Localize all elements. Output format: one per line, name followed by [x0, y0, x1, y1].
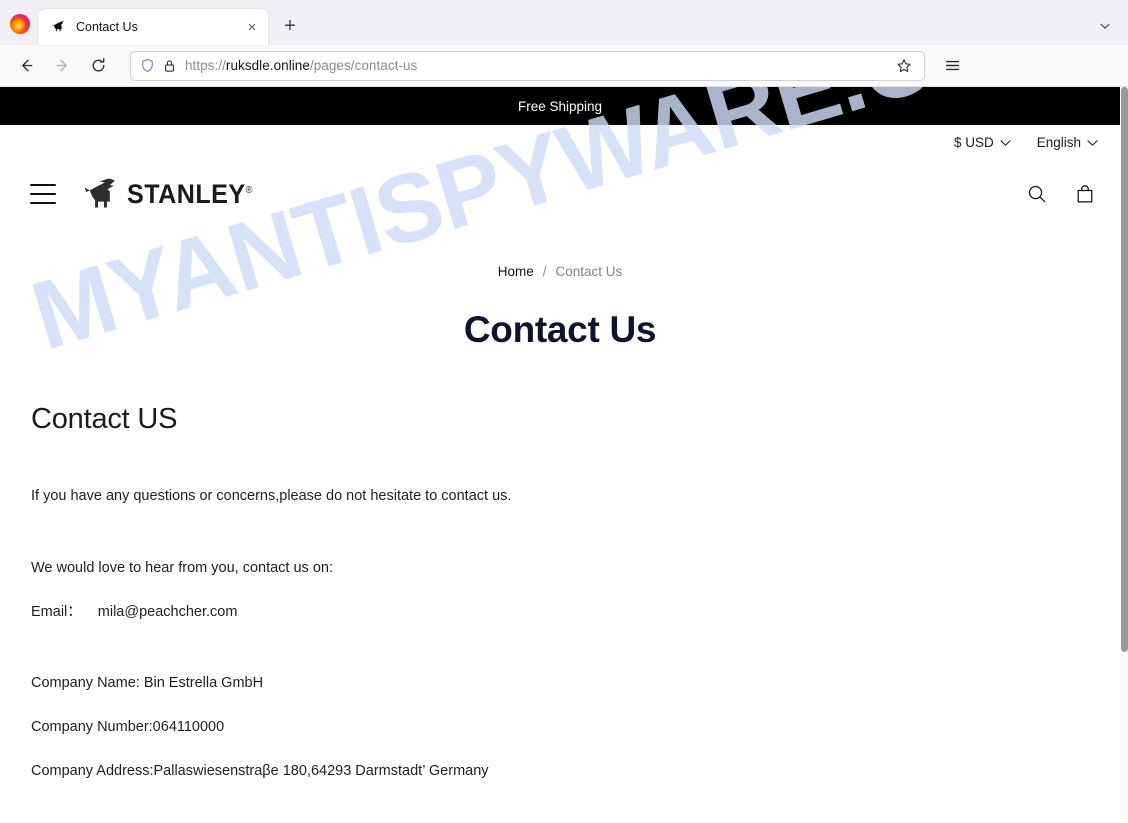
invite-text: We would love to hear from you, contact …	[31, 559, 333, 576]
brand-name: STANLEY	[127, 178, 246, 209]
main-content: Home / Contact Us Contact Us Contact US …	[0, 228, 1120, 783]
page-scrollbar[interactable]	[1120, 87, 1128, 822]
breadcrumb-separator: /	[542, 264, 547, 279]
currency-label: $ USD	[953, 135, 994, 150]
chevron-down-icon	[1000, 135, 1011, 150]
trademark-symbol: ®	[245, 184, 253, 196]
lock-icon[interactable]	[163, 59, 176, 73]
brand-wordmark: STANLEY®	[127, 178, 253, 209]
app-menu-button[interactable]	[937, 51, 967, 81]
header-actions	[1024, 181, 1098, 207]
url-bar[interactable]: https://ruksdle.online/pages/contact-us	[130, 50, 925, 81]
company-address-line: Company Address:Pallaswiesenstraβe 180,6…	[31, 762, 489, 779]
menu-hamburger-icon[interactable]	[30, 184, 56, 204]
site-content: $ USD English STANLEY® Home / Contact Us…	[0, 125, 1120, 783]
browser-tab[interactable]: Contact Us ×	[38, 9, 268, 45]
intro-text: If you have any questions or concerns,pl…	[31, 488, 512, 504]
back-button[interactable]	[10, 51, 42, 81]
reload-button[interactable]	[82, 51, 114, 81]
shield-icon[interactable]	[140, 58, 155, 73]
chevron-down-icon[interactable]	[1094, 15, 1116, 37]
stanley-bull-icon	[84, 178, 116, 207]
brand-logo[interactable]: STANLEY®	[82, 178, 262, 211]
search-icon[interactable]	[1024, 181, 1050, 207]
currency-selector[interactable]: $ USD	[954, 135, 1011, 150]
language-label: English	[1036, 135, 1081, 150]
breadcrumb-home-link[interactable]: Home	[498, 264, 534, 279]
url-text[interactable]: https://ruksdle.online/pages/contact-us	[185, 58, 892, 73]
browser-window: Contact Us × + https://ruksdle.online/pa…	[0, 0, 1128, 823]
cart-bag-icon[interactable]	[1072, 181, 1098, 207]
bookmark-star-icon[interactable]	[892, 54, 916, 78]
page-viewport: Free Shipping $ USD English STANLEY® Hom…	[0, 87, 1128, 822]
breadcrumb: Home / Contact Us	[0, 264, 1120, 279]
page-title: Contact Us	[463, 309, 657, 350]
chevron-down-icon	[1087, 135, 1098, 150]
tab-strip: Contact Us × +	[0, 0, 1128, 45]
company-number-line: Company Number:064110000	[31, 719, 225, 735]
contact-article: Contact US If you have any questions or …	[0, 351, 1120, 783]
tab-title: Contact Us	[76, 20, 138, 34]
stanley-bull-favicon	[52, 20, 64, 31]
scrollbar-thumb[interactable]	[1121, 87, 1128, 652]
email-label: Email：	[31, 603, 82, 620]
url-origin: ruksdle.online	[225, 58, 310, 73]
site-header: STANLEY®	[0, 160, 1120, 228]
section-heading: Contact US	[31, 403, 178, 435]
utility-bar: $ USD English	[0, 125, 1120, 160]
announcement-bar: Free Shipping	[0, 87, 1120, 125]
browser-toolbar: https://ruksdle.online/pages/contact-us	[0, 45, 1128, 87]
tab-close-icon[interactable]: ×	[242, 17, 262, 37]
language-selector[interactable]: English	[1037, 135, 1098, 150]
firefox-logo-icon	[10, 14, 30, 34]
breadcrumb-current: Contact Us	[555, 264, 623, 279]
company-name-line: Company Name: Bin Estrella GmbH	[31, 675, 264, 692]
email-line: Email： mila@peachcher.com	[31, 602, 1089, 624]
forward-button[interactable]	[46, 51, 78, 81]
new-tab-button[interactable]: +	[276, 12, 304, 40]
email-value[interactable]: mila@peachcher.com	[98, 604, 238, 620]
